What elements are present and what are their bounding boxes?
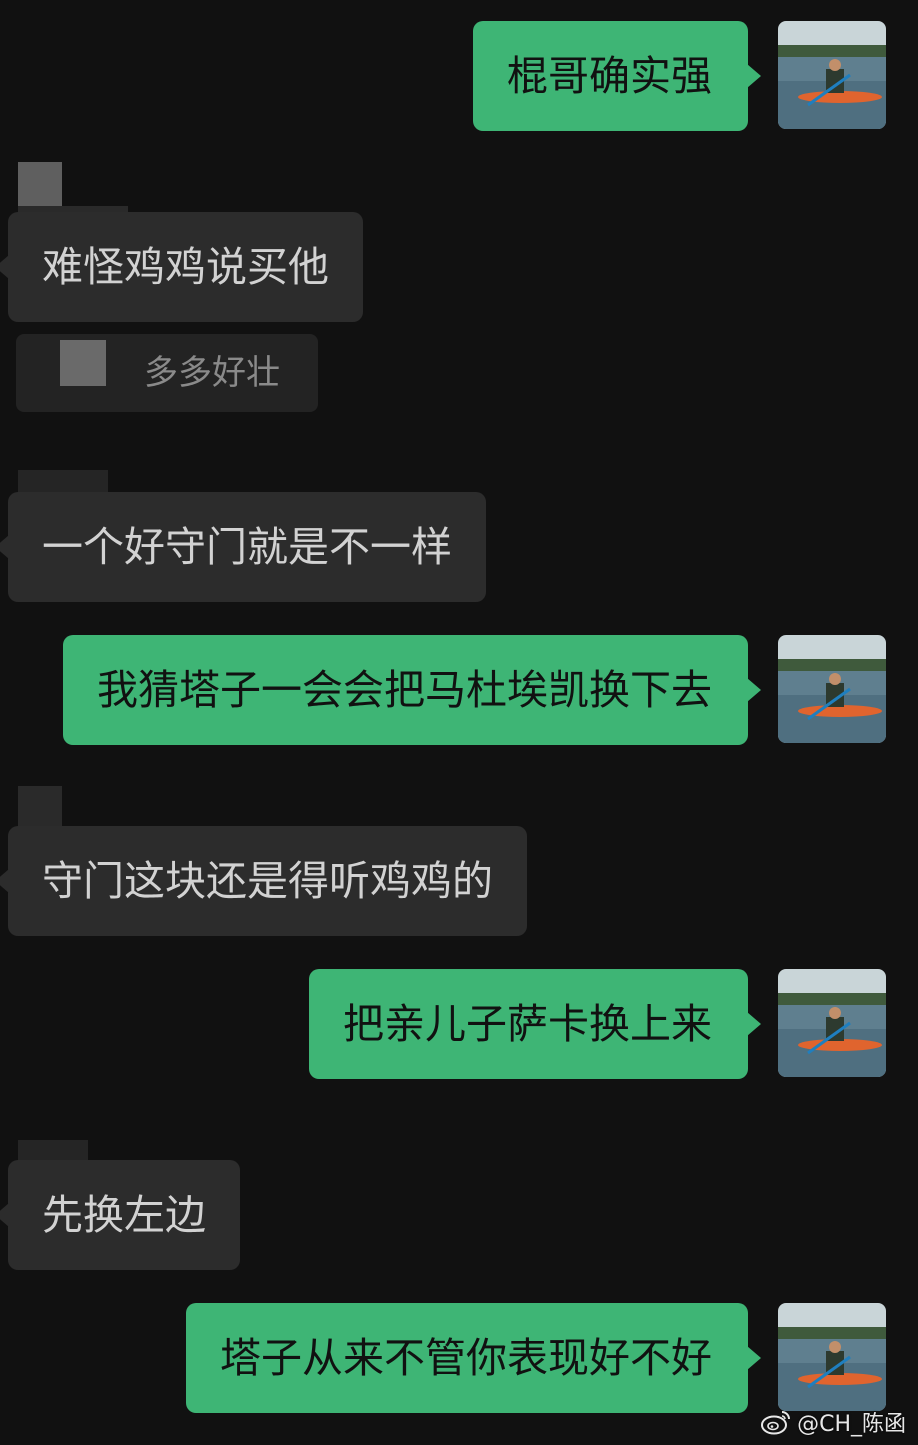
message-text: 先换左边 [42,1191,206,1239]
message-text: 难怪鸡鸡说买他 [42,243,329,291]
user-avatar[interactable] [778,969,886,1077]
incoming-message-bubble[interactable]: 先换左边 [0,1160,240,1270]
watermark: @CH_陈函 [761,1405,906,1439]
redaction-mosaic [18,786,62,830]
message-text: 我猜塔子一会会把马杜埃凯换下去 [97,666,712,714]
message-text: 把亲儿子萨卡换上来 [343,1000,712,1048]
outgoing-message-bubble[interactable]: 塔子从来不管你表现好不好 [186,1303,761,1413]
incoming-message-bubble[interactable]: 守门这块还是得听鸡鸡的 [0,826,527,936]
outgoing-message-bubble[interactable]: 把亲儿子萨卡换上来 [309,969,761,1079]
kayak-photo-avatar-icon [778,969,886,1077]
outgoing-message-bubble[interactable]: 棍哥确实强 [473,21,761,131]
weibo-icon [761,1411,791,1435]
quoted-image-thumbnail [60,340,106,386]
quoted-reply-text: 多多好壮 [144,353,280,393]
outgoing-message-bubble[interactable]: 我猜塔子一会会把马杜埃凯换下去 [63,635,761,745]
redaction-mosaic [18,470,108,494]
message-text: 塔子从来不管你表现好不好 [220,1334,712,1382]
redaction-mosaic [18,162,62,206]
incoming-message-bubble[interactable]: 一个好守门就是不一样 [0,492,486,602]
kayak-photo-avatar-icon [778,1303,886,1411]
message-text: 棍哥确实强 [507,52,712,100]
kayak-photo-avatar-icon [778,635,886,743]
message-text: 守门这块还是得听鸡鸡的 [42,857,493,905]
user-avatar[interactable] [778,1303,886,1411]
user-avatar[interactable] [778,21,886,129]
user-avatar[interactable] [778,635,886,743]
incoming-message-bubble[interactable]: 难怪鸡鸡说买他 [0,212,363,322]
message-text: 一个好守门就是不一样 [42,523,452,571]
kayak-photo-avatar-icon [778,21,886,129]
watermark-text: @CH_陈函 [797,1412,906,1437]
redaction-mosaic [18,1140,88,1162]
quoted-reply[interactable]: 多多好壮 [16,334,318,412]
